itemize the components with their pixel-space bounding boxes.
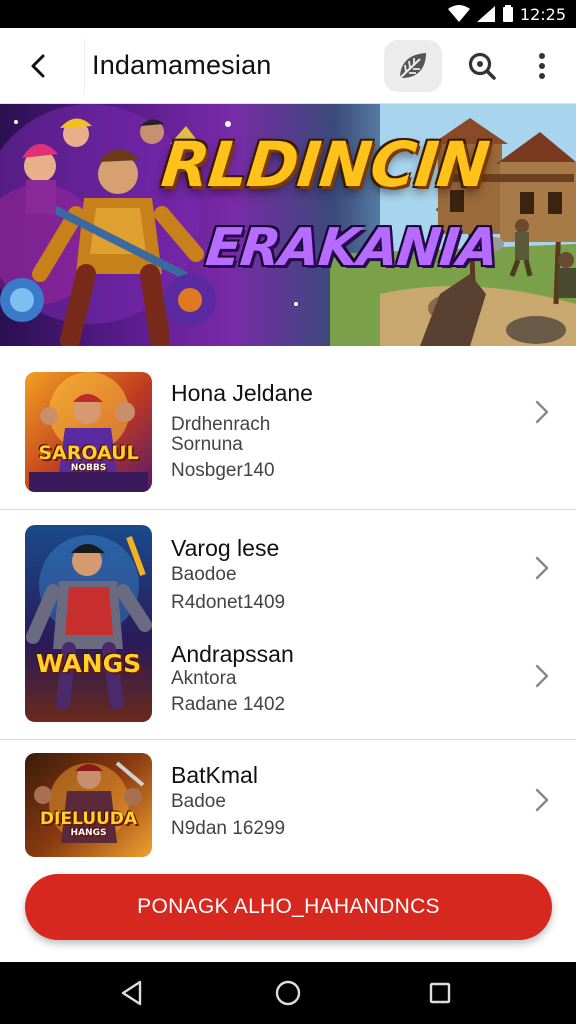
- game-thumbnail: DIELUUDA HANGS: [25, 753, 152, 857]
- chevron-right-icon[interactable]: [528, 662, 556, 690]
- triangle-back-icon: [121, 980, 142, 1006]
- primary-action-button[interactable]: PONAGK ALHO_HAHANDNCS: [25, 874, 552, 940]
- game-title: Varog lese: [171, 535, 280, 561]
- chevron-right-icon[interactable]: [528, 554, 556, 582]
- game-subtitle: Badoe: [171, 791, 226, 812]
- status-icons: 12:25: [447, 4, 566, 24]
- game-subtitle: Drdhenrach: [171, 414, 271, 435]
- more-vertical-icon: [539, 53, 545, 79]
- more-options-button[interactable]: [522, 46, 562, 86]
- page-title: Indamamesian: [92, 50, 272, 80]
- game-thumbnail: SAROAUL NOBBS: [25, 372, 152, 492]
- game-title: Hona Jeldane: [171, 380, 313, 406]
- game-subtitle: Akntora: [171, 668, 237, 689]
- game-thumbnail: WANGS: [25, 525, 152, 722]
- nav-home-button[interactable]: [270, 975, 306, 1011]
- thumbnail-art: [34, 761, 145, 843]
- game-meta: Nosbger140: [171, 460, 275, 481]
- wifi-icon: [447, 5, 470, 22]
- game-list: SAROAUL NOBBS Hona Jeldane Drdhenrach So…: [0, 346, 576, 860]
- square-recents-icon: [429, 982, 451, 1004]
- thumbnail-art: [26, 535, 152, 710]
- game-subtitle: Baodoe: [171, 564, 237, 585]
- search-button[interactable]: [462, 46, 502, 86]
- thumbnail-subtitle: NOBBS: [70, 463, 107, 473]
- banner-subtitle: ERAKANIA: [202, 218, 501, 278]
- thumbnail-subtitle: HANGS: [70, 828, 107, 838]
- chevron-right-icon[interactable]: [528, 398, 556, 426]
- list-divider: [0, 739, 576, 740]
- leaf-button[interactable]: [384, 40, 442, 92]
- game-meta: Radane 1402: [171, 694, 286, 715]
- status-time: 12:25: [519, 4, 566, 24]
- banner-title: RLDINCIN: [158, 128, 493, 201]
- arrow-left-icon: [31, 54, 45, 78]
- thumbnail-title: SAROAUL: [38, 442, 139, 464]
- game-title: BatKmal: [171, 762, 258, 788]
- app-bar-divider: [84, 38, 85, 94]
- thumbnail-title: WANGS: [35, 649, 142, 678]
- game-meta: R4donet1409: [171, 592, 286, 613]
- status-bar: 12:25: [0, 0, 576, 28]
- leaf-icon: [399, 53, 426, 79]
- nav-recents-button[interactable]: [422, 975, 458, 1011]
- chevron-right-icon[interactable]: [528, 786, 556, 814]
- nav-back-button[interactable]: [114, 975, 150, 1011]
- list-divider: [0, 509, 576, 510]
- game-meta: N9dan 16299: [171, 818, 286, 839]
- primary-action-label: PONAGK ALHO_HAHANDNCS: [137, 895, 440, 918]
- bottom-action-area: PONAGK ALHO_HAHANDNCS: [0, 860, 576, 962]
- signal-icon: [476, 6, 495, 22]
- game-subtitle: Sornuna: [171, 434, 243, 455]
- battery-icon: [502, 5, 513, 22]
- featured-banner[interactable]: RLDINCIN ERAKANIA: [0, 104, 576, 346]
- thumbnail-art: [29, 372, 148, 492]
- thumbnail-title: DIELUUDA: [39, 809, 138, 829]
- circle-home-icon: [275, 980, 301, 1006]
- back-button[interactable]: [18, 48, 58, 84]
- search-icon: [468, 52, 496, 80]
- game-title: Andrapssan: [171, 641, 294, 667]
- system-navigation-bar: [0, 962, 576, 1024]
- app-bar: Indamamesian: [0, 28, 576, 104]
